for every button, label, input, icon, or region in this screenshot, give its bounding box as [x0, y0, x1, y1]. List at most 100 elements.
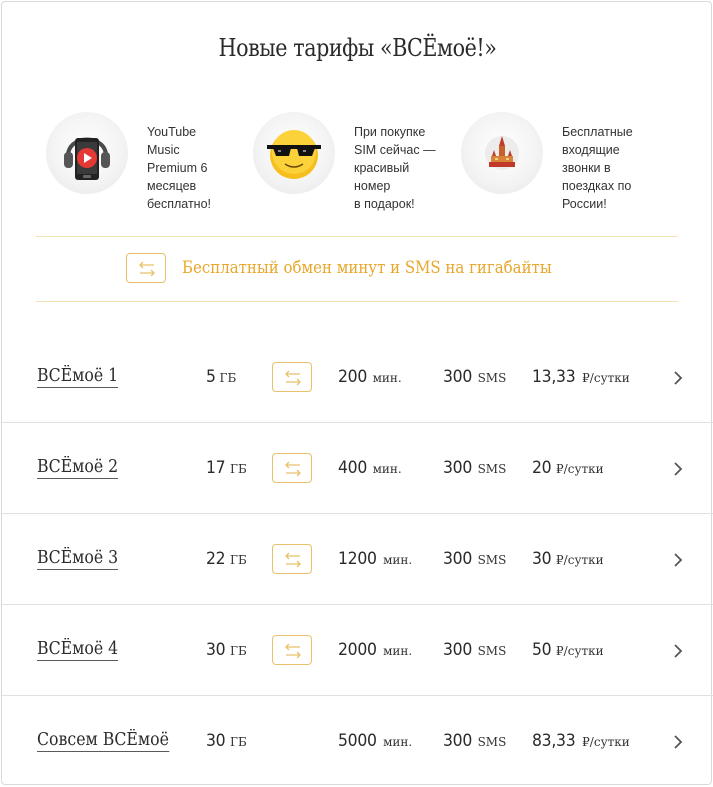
- tariff-minutes: 2000 мин.: [338, 640, 412, 660]
- feature-line: бесплатно!: [147, 197, 212, 211]
- chevron-right-icon[interactable]: [672, 370, 684, 386]
- tariff-price: 83,33 ₽/сутки: [532, 731, 630, 751]
- tariff-data: 30 ГБ: [206, 640, 247, 660]
- data-unit: ГБ: [230, 462, 247, 476]
- data-unit: ГБ: [230, 735, 247, 749]
- tariff-price: 30 ₽/сутки: [532, 549, 604, 569]
- minutes-unit: мин.: [383, 644, 413, 658]
- exchange-icon-box: [272, 453, 312, 483]
- price-unit: ₽/сутки: [582, 371, 630, 385]
- tariff-minutes: 5000 мин.: [338, 731, 412, 751]
- feature-russia-roaming: Бесплатные входящие звонки в поездках по…: [461, 112, 661, 212]
- exchange-arrows-icon: [139, 261, 155, 277]
- divider: [36, 236, 678, 237]
- feature-line: в подарок!: [354, 197, 415, 211]
- exchange-icon-box: [272, 635, 312, 665]
- feature-line: Premium 6: [147, 161, 208, 175]
- feature-icon-circle: [461, 112, 543, 194]
- exchange-arrows-icon: [285, 370, 301, 386]
- tariff-row[interactable]: ВСЁмоё 3 22 ГБ 1200 мин. 300 SMS 30 ₽/сутки: [2, 514, 713, 605]
- data-unit: ГБ: [219, 371, 237, 385]
- feature-line: Music: [147, 143, 180, 157]
- tariff-sms: 300 SMS: [443, 731, 506, 751]
- sms-unit: SMS: [477, 735, 507, 749]
- chevron-right-icon[interactable]: [672, 552, 684, 568]
- minutes-value: 200: [338, 367, 368, 387]
- feature-line: Бесплатные: [562, 125, 633, 139]
- feature-line: номер: [354, 179, 391, 193]
- sunglasses-smiley-icon: [267, 130, 321, 179]
- tariff-name-link[interactable]: Совсем ВСЁмоё: [37, 730, 169, 752]
- tariff-minutes: 1200 мин.: [338, 549, 412, 569]
- feature-sim-number: При покупке SIM сейчас — красивый номер …: [253, 112, 453, 212]
- minutes-value: 2000: [338, 640, 377, 660]
- feature-line: красивый: [354, 161, 410, 175]
- minutes-unit: мин.: [383, 553, 413, 567]
- sms-value: 300: [443, 367, 473, 387]
- price-unit: ₽/сутки: [556, 553, 604, 567]
- sms-unit: SMS: [477, 553, 507, 567]
- tariff-price: 50 ₽/сутки: [532, 640, 604, 660]
- data-value: 17: [206, 458, 226, 478]
- feature-text: Бесплатные входящие звонки в поездках по…: [562, 123, 657, 213]
- data-unit: ГБ: [230, 553, 247, 567]
- tariff-name-link[interactable]: ВСЁмоё 2: [37, 457, 119, 479]
- data-value: 30: [206, 640, 226, 660]
- tariff-row[interactable]: ВСЁмоё 4 30 ГБ 2000 мин. 300 SMS 50 ₽/сутки: [2, 605, 713, 696]
- feature-line: входящие: [562, 143, 620, 157]
- exchange-arrows-icon: [285, 461, 301, 477]
- tariff-sms: 300 SMS: [443, 549, 506, 569]
- minutes-value: 5000: [338, 731, 377, 751]
- tariff-sms: 300 SMS: [443, 640, 506, 660]
- tariff-data: 30 ГБ: [206, 731, 247, 751]
- price-unit: ₽/сутки: [582, 735, 630, 749]
- tariff-minutes: 400 мин.: [338, 458, 402, 478]
- features-row: YouTube Music Premium 6 месяцев бесплатн…: [2, 112, 713, 212]
- sms-unit: SMS: [477, 462, 507, 476]
- tariff-row[interactable]: ВСЁмоё 2 17 ГБ 400 мин. 300 SMS 20 ₽/сутки: [2, 423, 713, 514]
- page-title: Новые тарифы «ВСЁмоё!»: [218, 34, 497, 62]
- tariff-name-link[interactable]: ВСЁмоё 4: [37, 639, 119, 661]
- exchange-icon-box: [272, 362, 312, 392]
- minutes-unit: мин.: [372, 371, 402, 385]
- tariff-name-link[interactable]: ВСЁмоё 1: [37, 366, 119, 388]
- feature-icon-circle: [46, 112, 128, 194]
- chevron-right-icon[interactable]: [672, 643, 684, 659]
- exchange-banner-text: Бесплатный обмен минут и SMS на гигабайт…: [182, 258, 552, 278]
- tariff-row[interactable]: Совсем ВСЁмоё 30 ГБ 5000 мин. 300 SMS 83,33…: [2, 696, 713, 787]
- tariff-data: 17 ГБ: [206, 458, 247, 478]
- sms-value: 300: [443, 640, 473, 660]
- chevron-right-icon[interactable]: [672, 461, 684, 477]
- tariff-sms: 300 SMS: [443, 458, 506, 478]
- feature-line: поездках по: [562, 179, 632, 193]
- minutes-unit: мин.: [372, 462, 402, 476]
- tariff-data: 22 ГБ: [206, 549, 247, 569]
- data-value: 30: [206, 731, 226, 751]
- price-value: 13,33: [532, 367, 576, 387]
- feature-youtube-music: YouTube Music Premium 6 месяцев бесплатн…: [46, 112, 246, 212]
- tariff-row[interactable]: ВСЁмоё 1 5 ГБ 200 мин. 300 SMS 13,33 ₽/сутки: [2, 332, 713, 423]
- exchange-banner: Бесплатный обмен минут и SMS на гигабайт…: [2, 239, 713, 301]
- feature-line: SIM сейчас —: [354, 143, 436, 157]
- feature-line: YouTube: [147, 125, 197, 139]
- feature-line: звонки в: [562, 161, 611, 175]
- sms-unit: SMS: [477, 371, 507, 385]
- tariff-data: 5 ГБ: [206, 367, 236, 387]
- sms-value: 300: [443, 549, 473, 569]
- price-unit: ₽/сутки: [556, 644, 604, 658]
- exchange-arrows-icon: [285, 552, 301, 568]
- data-value: 22: [206, 549, 226, 569]
- sms-unit: SMS: [477, 644, 507, 658]
- feature-icon-circle: [253, 112, 335, 194]
- kremlin-icon: [485, 136, 519, 170]
- sms-value: 300: [443, 458, 473, 478]
- tariff-minutes: 200 мин.: [338, 367, 402, 387]
- chevron-right-icon[interactable]: [672, 734, 684, 750]
- price-value: 50: [532, 640, 552, 660]
- data-value: 5: [206, 367, 216, 387]
- data-unit: ГБ: [230, 644, 247, 658]
- tariff-sms: 300 SMS: [443, 367, 506, 387]
- tariff-price: 13,33 ₽/сутки: [532, 367, 630, 387]
- tariff-name-link[interactable]: ВСЁмоё 3: [37, 548, 119, 570]
- minutes-value: 1200: [338, 549, 377, 569]
